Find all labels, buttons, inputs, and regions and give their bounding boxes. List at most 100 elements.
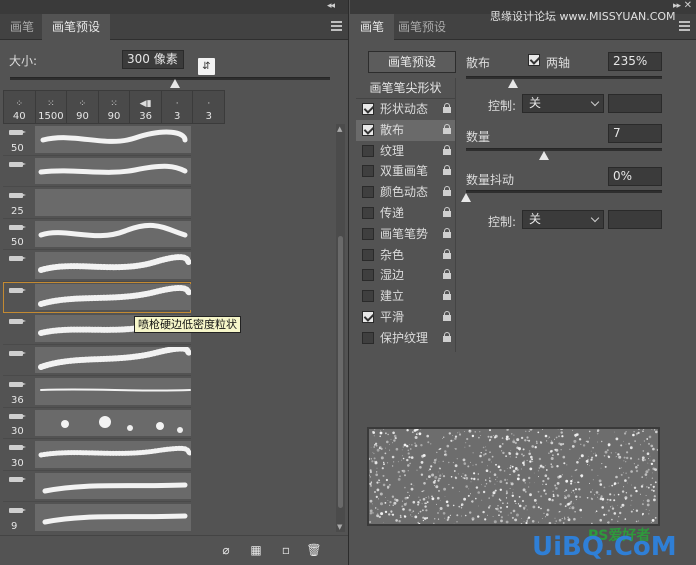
lock-icon[interactable] bbox=[443, 103, 451, 113]
count-jitter-field[interactable]: 0% bbox=[608, 167, 662, 186]
brush-option-item[interactable]: 纹理 bbox=[356, 141, 455, 162]
lock-icon[interactable] bbox=[443, 248, 451, 259]
option-checkbox[interactable] bbox=[362, 269, 374, 282]
control2-select[interactable]: 关 bbox=[522, 210, 604, 229]
option-checkbox[interactable] bbox=[362, 206, 374, 219]
brush-list-scrollbar[interactable]: ▲ ▼ bbox=[336, 124, 345, 532]
count-slider[interactable] bbox=[466, 148, 662, 151]
lock-icon[interactable] bbox=[443, 310, 451, 321]
brush-option-item[interactable]: 湿边 bbox=[356, 265, 455, 286]
option-checkbox[interactable] bbox=[362, 144, 374, 157]
brush-row[interactable]: 25 bbox=[3, 187, 191, 219]
brush-row[interactable]: 9 bbox=[3, 502, 191, 532]
lock-icon[interactable] bbox=[443, 144, 451, 155]
collapse-icon[interactable]: ◂◂ bbox=[327, 1, 335, 11]
brush-tip-icon bbox=[9, 224, 26, 230]
lock-icon[interactable] bbox=[443, 331, 451, 342]
preset-size: 90 bbox=[76, 111, 89, 122]
scatter-slider[interactable] bbox=[466, 76, 662, 79]
brush-row[interactable]: 50 bbox=[3, 219, 191, 250]
count-jitter-slider-thumb[interactable] bbox=[461, 193, 471, 202]
tab-brush-presets[interactable]: 画笔预设 bbox=[42, 14, 111, 40]
preset-size: 36 bbox=[139, 111, 152, 122]
lock-icon[interactable] bbox=[443, 186, 451, 197]
brush-row[interactable]: 36 bbox=[3, 376, 191, 408]
brush-tip-icon bbox=[9, 161, 26, 167]
preset-item[interactable]: · 3 bbox=[193, 91, 224, 123]
trash-icon[interactable]: 🗑 bbox=[306, 542, 322, 558]
lock-icon[interactable] bbox=[443, 269, 451, 280]
brush-row[interactable] bbox=[3, 281, 191, 313]
brush-row[interactable] bbox=[3, 345, 191, 376]
scatter-value-field[interactable]: 235% bbox=[608, 52, 662, 71]
option-checkbox[interactable] bbox=[362, 186, 374, 199]
brush-row[interactable]: 30 bbox=[3, 408, 191, 439]
preset-item[interactable]: ⁘ 90 bbox=[67, 91, 99, 123]
brush-row[interactable]: 50 bbox=[3, 124, 191, 156]
brush-option-item[interactable]: 形状动态 bbox=[356, 99, 455, 120]
panel-menu-icon[interactable] bbox=[679, 21, 690, 31]
size-slider-thumb[interactable] bbox=[170, 79, 180, 88]
preset-item[interactable]: ⁙ 1500 bbox=[36, 91, 68, 123]
lock-icon[interactable] bbox=[443, 227, 451, 238]
count-jitter-slider[interactable] bbox=[466, 190, 662, 193]
brush-option-item[interactable]: 双重画笔 bbox=[356, 161, 455, 182]
new-brush-icon[interactable]: ▫ bbox=[278, 542, 294, 558]
control-select[interactable]: 关 bbox=[522, 94, 604, 113]
scrollbar-thumb[interactable] bbox=[338, 236, 343, 508]
option-checkbox[interactable] bbox=[362, 227, 374, 240]
brush-presets-button[interactable]: 画笔预设 bbox=[368, 51, 456, 73]
brush-row[interactable] bbox=[3, 156, 191, 187]
brush-option-item[interactable]: 建立 bbox=[356, 286, 455, 307]
close-icon[interactable]: ✕ bbox=[684, 0, 692, 11]
size-field[interactable]: 300 像素 bbox=[122, 50, 184, 69]
preset-item[interactable]: · 3 bbox=[162, 91, 194, 123]
toggle-preview-icon[interactable]: ⌀ bbox=[218, 542, 234, 558]
count-field[interactable]: 7 bbox=[608, 124, 662, 143]
tab-brush-presets[interactable]: 画笔预设 bbox=[388, 14, 456, 40]
brush-tip-shape-item[interactable]: 画笔笔尖形状 bbox=[356, 78, 455, 99]
brush-size: 30 bbox=[11, 457, 24, 469]
lock-icon[interactable] bbox=[443, 290, 451, 301]
count-label: 数量 bbox=[466, 130, 491, 144]
count-slider-thumb[interactable] bbox=[539, 151, 549, 160]
lock-icon[interactable] bbox=[443, 165, 451, 176]
brush-option-item[interactable]: 杂色 bbox=[356, 245, 455, 266]
both-axes-label: 两轴 bbox=[546, 56, 571, 70]
brush-option-item[interactable]: 传递 bbox=[356, 203, 455, 224]
control2-value-field[interactable] bbox=[608, 210, 662, 229]
brush-option-item[interactable]: 平滑 bbox=[356, 307, 455, 328]
brush-option-item[interactable]: 散布 bbox=[356, 119, 455, 141]
lock-icon[interactable] bbox=[443, 206, 451, 217]
both-axes-checkbox[interactable] bbox=[528, 54, 540, 66]
option-checkbox[interactable] bbox=[362, 310, 374, 323]
preset-size: 3 bbox=[205, 111, 212, 122]
scatter-slider-thumb[interactable] bbox=[508, 79, 518, 88]
brush-row[interactable] bbox=[3, 250, 191, 282]
brush-option-item[interactable]: 颜色动态 bbox=[356, 182, 455, 203]
panel-menu-icon[interactable] bbox=[331, 21, 342, 31]
option-checkbox[interactable] bbox=[362, 165, 374, 178]
brush-option-item[interactable]: 保护纹理 bbox=[356, 328, 455, 349]
option-checkbox[interactable] bbox=[362, 248, 374, 261]
brush-reset-icon[interactable]: ⇵ bbox=[198, 58, 215, 75]
preset-item[interactable]: ◀▮ 36 bbox=[130, 91, 162, 123]
option-label: 建立 bbox=[380, 289, 405, 304]
option-checkbox[interactable] bbox=[362, 123, 374, 136]
brush-row[interactable] bbox=[3, 471, 191, 502]
tab-brush[interactable]: 画笔 bbox=[0, 14, 44, 40]
option-checkbox[interactable] bbox=[362, 331, 374, 344]
option-checkbox[interactable] bbox=[362, 290, 374, 303]
brush-option-item[interactable]: 画笔笔势 bbox=[356, 224, 455, 245]
preset-item[interactable]: ⁘ 40 bbox=[4, 91, 36, 123]
lock-icon[interactable] bbox=[443, 123, 451, 134]
grid-view-icon[interactable]: ▦ bbox=[248, 542, 264, 558]
brush-row[interactable]: 30 bbox=[3, 439, 191, 471]
brush-tip-icon bbox=[9, 445, 26, 450]
control-value-field[interactable] bbox=[608, 94, 662, 113]
scroll-down-icon[interactable]: ▼ bbox=[337, 523, 342, 531]
preset-item[interactable]: ⁙ 90 bbox=[99, 91, 131, 123]
option-checkbox[interactable] bbox=[362, 103, 374, 115]
scroll-up-icon[interactable]: ▲ bbox=[337, 125, 342, 133]
brush-stroke-preview bbox=[367, 427, 660, 526]
